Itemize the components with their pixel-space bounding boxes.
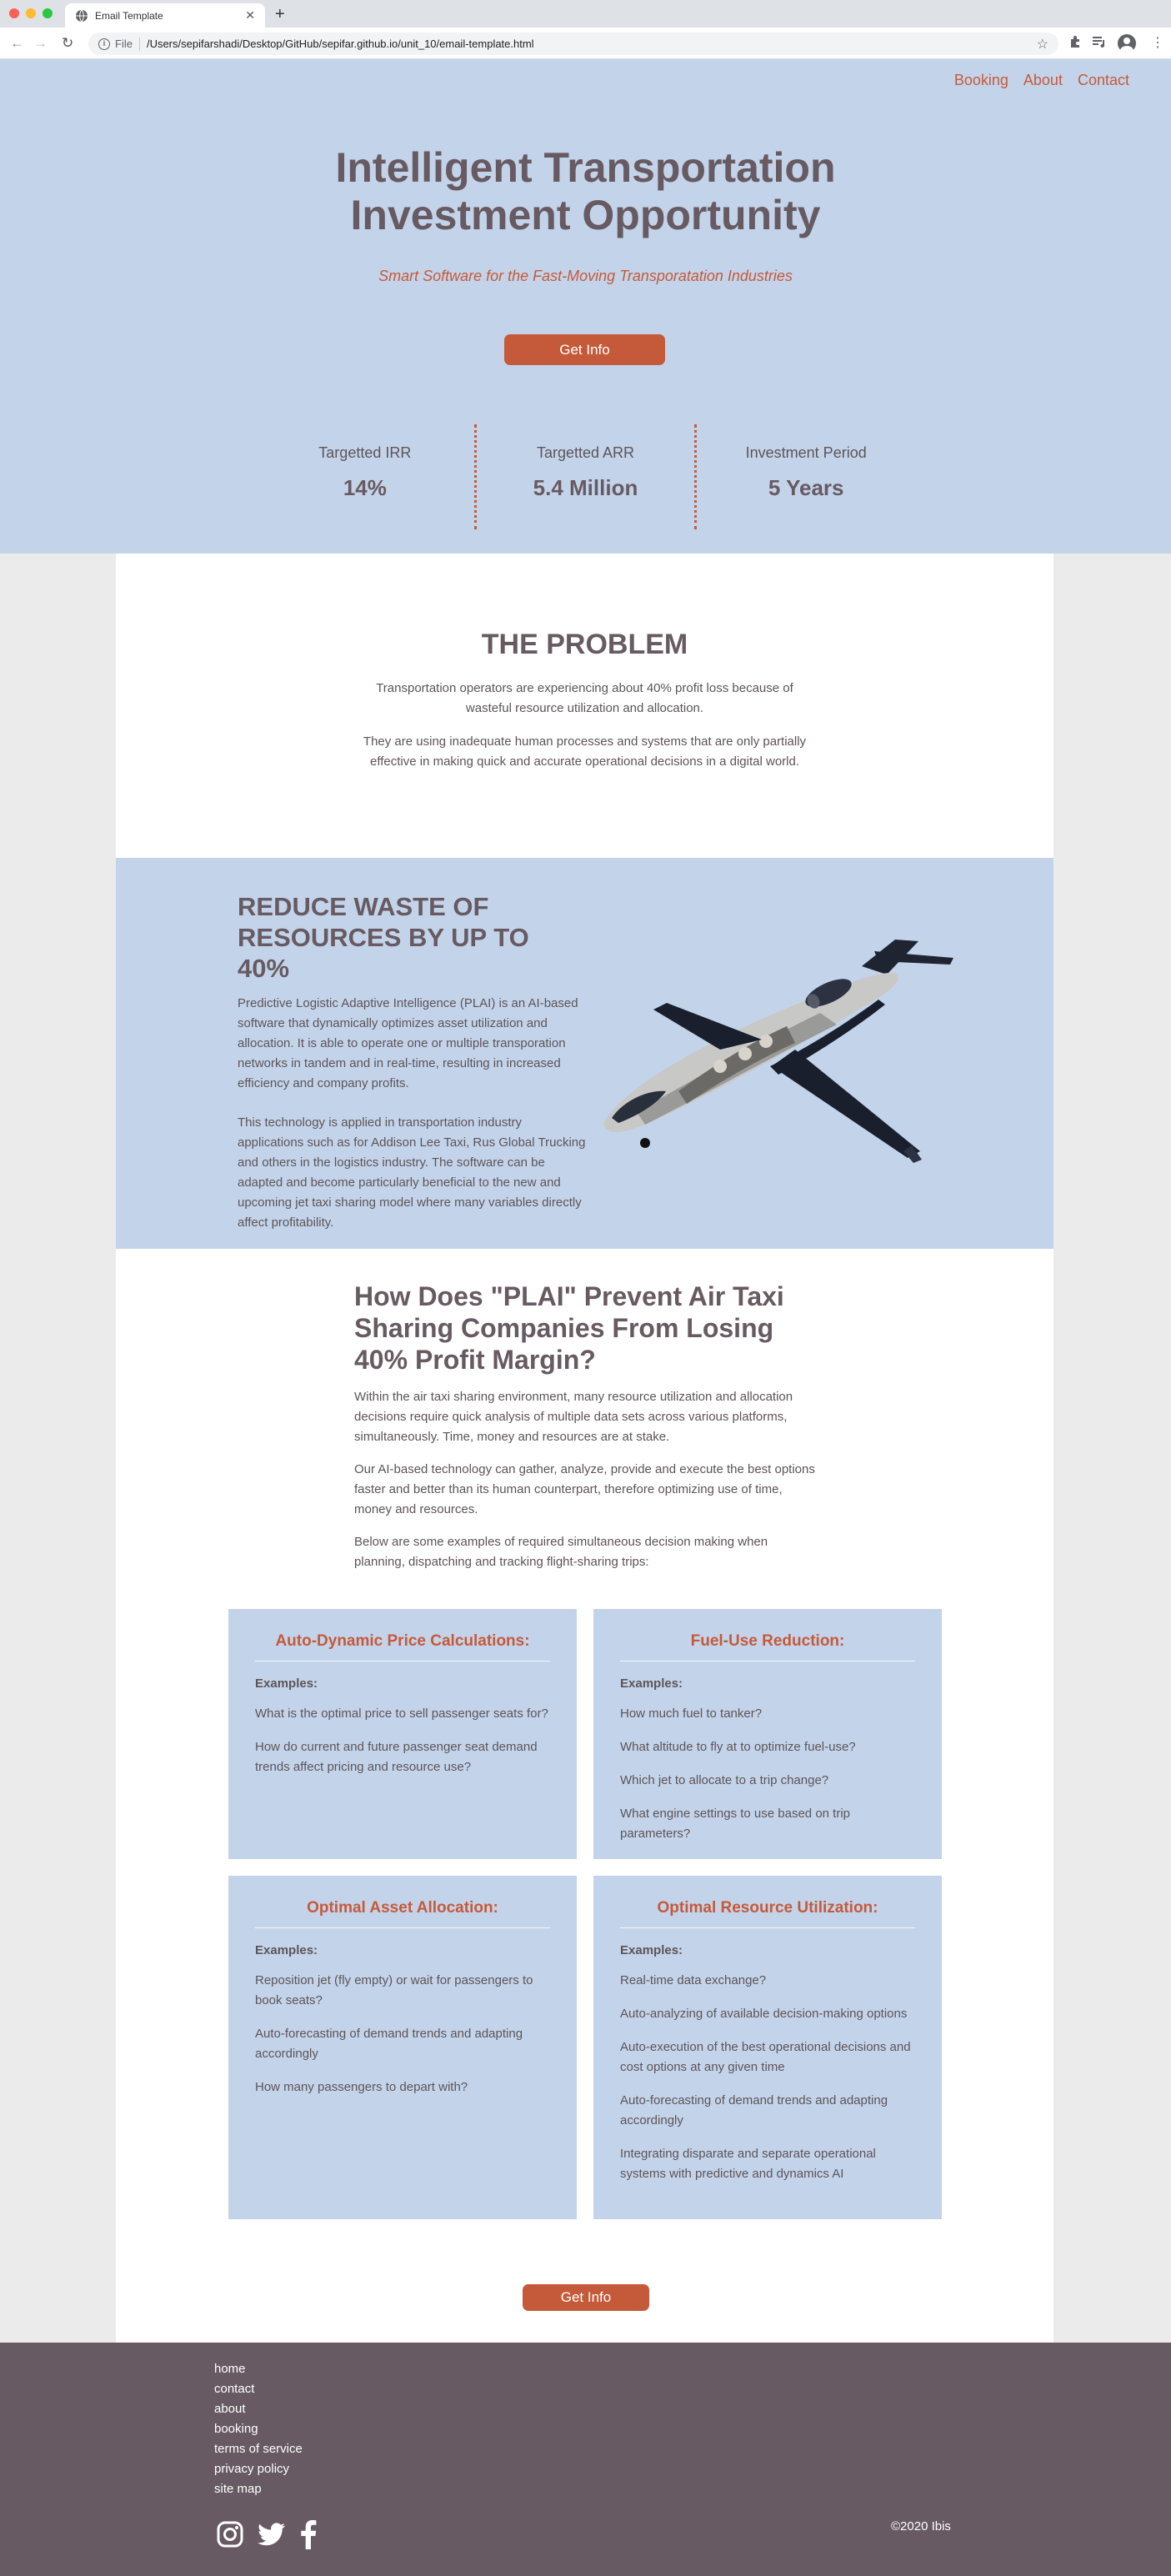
url-text[interactable]: /Users/sepifarshadi/Desktop/GitHub/sepif… bbox=[147, 38, 1037, 50]
new-tab-button[interactable]: + bbox=[275, 5, 285, 23]
browser-tab[interactable]: Email Template ✕ bbox=[65, 3, 265, 28]
card-item: Which jet to allocate to a trip change? bbox=[620, 1773, 829, 1787]
card-item: Reposition jet (fly empty) or wait for p… bbox=[255, 1973, 533, 2007]
footer-link-about[interactable]: about bbox=[214, 2399, 303, 2419]
footer-link-home[interactable]: home bbox=[214, 2359, 303, 2379]
profile-avatar-icon[interactable] bbox=[1118, 34, 1136, 53]
stat-irr: Targetted IRR 14% bbox=[256, 424, 474, 529]
footer-link-booking[interactable]: booking bbox=[214, 2419, 303, 2439]
forward-arrow-icon[interactable]: → bbox=[33, 35, 48, 52]
card-title: Optimal Asset Allocation: bbox=[255, 1899, 550, 1928]
get-info-button[interactable]: Get Info bbox=[504, 334, 665, 365]
maximize-window-button[interactable] bbox=[43, 8, 53, 18]
card-price-calculations: Auto-Dynamic Price Calculations: Example… bbox=[228, 1609, 577, 1859]
card-item: Integrating disparate and separate opera… bbox=[620, 2147, 876, 2181]
stat-label: Targetted IRR bbox=[318, 444, 412, 461]
top-nav: Booking About Contact bbox=[954, 72, 1129, 89]
hero-subtitle: Smart Software for the Fast-Moving Trans… bbox=[378, 268, 793, 284]
get-info-button-bottom[interactable]: Get Info bbox=[523, 2284, 649, 2311]
footer-links: home contact about booking terms of serv… bbox=[214, 2359, 303, 2499]
reduce-waste-section: REDUCE WASTE OF RESOURCES BY UP TO 40% P… bbox=[116, 858, 1053, 1249]
reduce-paragraph: This technology is applied in transporta… bbox=[238, 1115, 586, 1230]
card-resource-utilization: Optimal Resource Utilization: Examples: … bbox=[593, 1876, 942, 2219]
main-content: THE PROBLEM Transportation operators are… bbox=[116, 554, 1053, 2343]
stat-value: 5.4 Million bbox=[533, 475, 638, 500]
card-item: What altitude to fly at to optimize fuel… bbox=[620, 1740, 856, 1754]
stat-value: 14% bbox=[343, 475, 387, 500]
how-paragraph: Below are some examples of required simu… bbox=[354, 1535, 768, 1569]
back-arrow-icon[interactable]: ← bbox=[10, 35, 24, 52]
media-queue-icon[interactable] bbox=[1092, 35, 1107, 48]
card-title: Auto-Dynamic Price Calculations: bbox=[255, 1632, 550, 1661]
hero-title: Intelligent Transportation Investment Op… bbox=[0, 144, 1171, 239]
problem-paragraph: Transportation operators are experiencin… bbox=[376, 681, 793, 715]
url-scheme: File bbox=[115, 38, 133, 50]
bookmark-star-icon[interactable]: ☆ bbox=[1037, 36, 1048, 53]
stat-label: Targetted ARR bbox=[536, 444, 635, 461]
card-item: How many passengers to depart with? bbox=[255, 2080, 468, 2094]
close-tab-icon[interactable]: ✕ bbox=[245, 8, 255, 23]
footer: home contact about booking terms of serv… bbox=[0, 2343, 1171, 2576]
stat-period: Investment Period 5 Years bbox=[694, 424, 915, 529]
stat-label: Investment Period bbox=[745, 444, 867, 461]
minimize-window-button[interactable] bbox=[26, 8, 36, 18]
nav-booking-link[interactable]: Booking bbox=[954, 72, 1008, 89]
card-subtitle: Examples: bbox=[620, 1676, 683, 1691]
card-item: How do current and future passenger seat… bbox=[255, 1740, 538, 1774]
copyright-text: ©2020 Ibis bbox=[891, 2519, 951, 2533]
url-separator bbox=[138, 37, 140, 51]
more-menu-icon[interactable]: ⋮ bbox=[1151, 35, 1164, 52]
nav-contact-link[interactable]: Contact bbox=[1078, 72, 1129, 89]
footer-link-privacy[interactable]: privacy policy bbox=[214, 2459, 303, 2479]
social-links bbox=[216, 2519, 318, 2549]
close-window-button[interactable] bbox=[9, 8, 19, 18]
stat-value: 5 Years bbox=[768, 475, 844, 500]
card-item: What is the optimal price to sell passen… bbox=[255, 1706, 548, 1721]
card-title: Fuel-Use Reduction: bbox=[620, 1632, 915, 1661]
facebook-icon[interactable] bbox=[299, 2519, 318, 2549]
card-subtitle: Examples: bbox=[255, 1943, 318, 1957]
card-item: What engine settings to use based on tri… bbox=[620, 1807, 851, 1841]
browser-toolbar: ← → ↻ i File /Users/sepifarshadi/Desktop… bbox=[0, 28, 1171, 59]
hero-title-line2: Investment Opportunity bbox=[350, 192, 821, 238]
problem-paragraph: They are using inadequate human processe… bbox=[363, 734, 807, 769]
card-fuel-use: Fuel-Use Reduction: Examples: How much f… bbox=[593, 1609, 942, 1859]
card-item: Auto-forecasting of demand trends and ad… bbox=[620, 2093, 888, 2127]
how-paragraph: Our AI-based technology can gather, anal… bbox=[354, 1462, 815, 1516]
jet-image bbox=[603, 940, 953, 1163]
extensions-icon[interactable] bbox=[1068, 35, 1082, 48]
card-item: Real-time data exchange? bbox=[620, 1973, 767, 1987]
reduce-paragraph: Predictive Logistic Adaptive Intelligenc… bbox=[238, 996, 578, 1090]
hero-title-line1: Intelligent Transportation bbox=[335, 144, 836, 191]
browser-tab-strip: Email Template ✕ + bbox=[0, 0, 1171, 28]
hero-section: Booking About Contact Intelligent Transp… bbox=[0, 59, 1171, 554]
info-icon[interactable]: i bbox=[98, 38, 110, 50]
problem-title: THE PROBLEM bbox=[481, 629, 688, 660]
twitter-icon[interactable] bbox=[258, 2522, 286, 2547]
card-item: Auto-analyzing of available decision-mak… bbox=[620, 2007, 908, 2021]
instagram-icon[interactable] bbox=[216, 2520, 244, 2548]
tab-title: Email Template bbox=[95, 9, 163, 22]
card-item: Auto-execution of the best operational d… bbox=[620, 2040, 911, 2074]
nav-about-link[interactable]: About bbox=[1023, 72, 1063, 89]
stats-row: Targetted IRR 14% Targetted ARR 5.4 Mill… bbox=[256, 424, 915, 529]
card-subtitle: Examples: bbox=[620, 1943, 683, 1957]
card-subtitle: Examples: bbox=[255, 1676, 318, 1691]
how-title: How Does "PLAI" Prevent Air Taxi Sharing… bbox=[354, 1281, 784, 1375]
card-title: Optimal Resource Utilization: bbox=[620, 1899, 915, 1928]
card-item: Auto-forecasting of demand trends and ad… bbox=[255, 2027, 523, 2061]
footer-link-terms[interactable]: terms of service bbox=[214, 2439, 303, 2459]
address-bar[interactable]: i File /Users/sepifarshadi/Desktop/GitHu… bbox=[88, 33, 1058, 55]
globe-icon bbox=[76, 9, 88, 22]
stat-arr: Targetted ARR 5.4 Million bbox=[473, 424, 695, 529]
card-item: How much fuel to tanker? bbox=[620, 1706, 763, 1721]
card-asset-allocation: Optimal Asset Allocation: Examples: Repo… bbox=[228, 1876, 577, 2219]
footer-link-contact[interactable]: contact bbox=[214, 2379, 303, 2399]
footer-link-sitemap[interactable]: site map bbox=[214, 2479, 303, 2499]
reload-icon[interactable]: ↻ bbox=[62, 35, 73, 52]
reduce-title: REDUCE WASTE OF RESOURCES BY UP TO 40% bbox=[238, 892, 529, 983]
how-paragraph: Within the air taxi sharing environment,… bbox=[354, 1390, 793, 1444]
